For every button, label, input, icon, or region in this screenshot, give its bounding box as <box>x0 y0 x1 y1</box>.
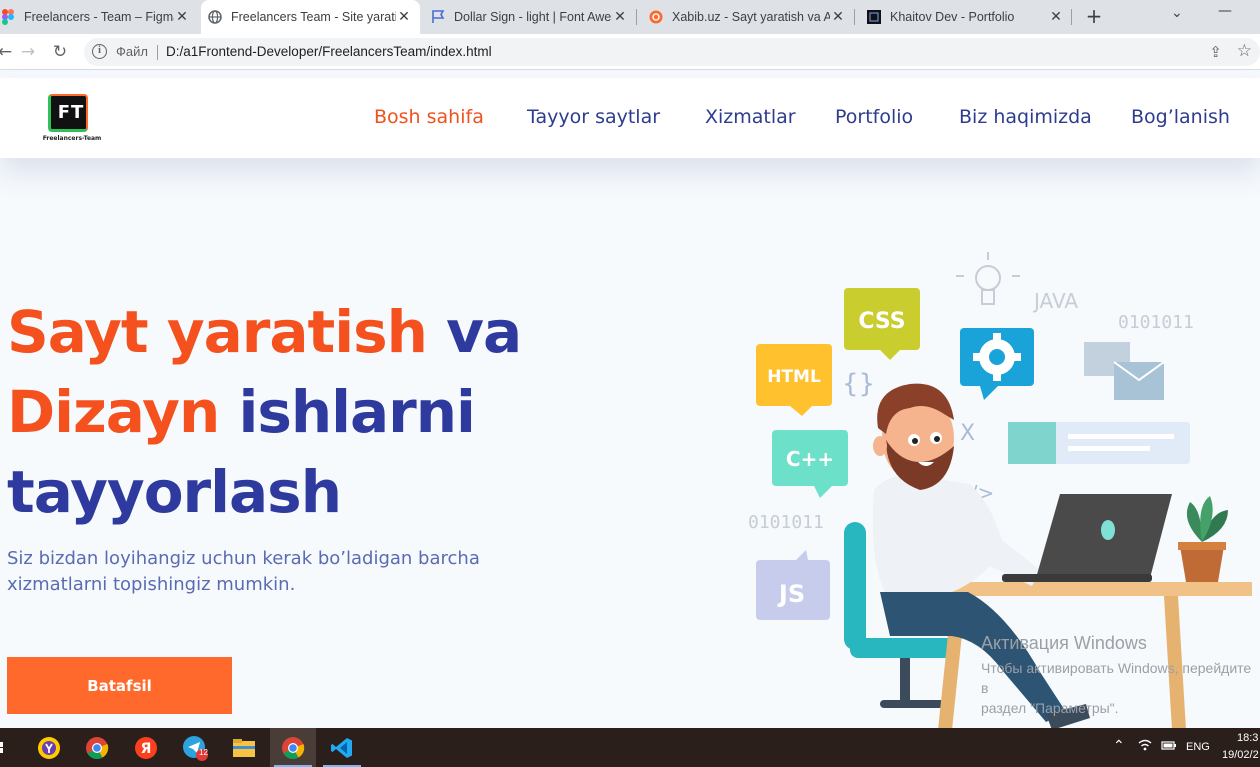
browser-toolbar: ← → ↻ i Файл D:/a1Frontend-Developer/Fre… <box>0 34 1260 70</box>
clock-time[interactable]: 18:3 <box>1237 732 1258 744</box>
nav-link-services[interactable]: Xizmatlar <box>705 106 796 128</box>
protocol-label: Файл <box>116 44 148 59</box>
browser-tab-active[interactable]: Freelancers Team - Site yaratish ✕ <box>201 0 420 34</box>
nav-link-ready-sites[interactable]: Tayyor saytlar <box>527 106 660 128</box>
svg-text:Я: Я <box>141 741 152 757</box>
new-tab-button[interactable]: + <box>1083 5 1105 27</box>
tab-separator <box>854 9 855 25</box>
info-icon[interactable]: i <box>92 44 107 59</box>
tab-title: Khaitov Dev - Portfolio <box>890 10 1015 24</box>
plant <box>1178 496 1228 582</box>
hero-title-part: ishlarni <box>238 378 475 446</box>
telegram-icon[interactable]: 12 <box>172 728 218 767</box>
close-icon[interactable]: ✕ <box>1048 9 1064 25</box>
tab-title: Freelancers Team - Site yaratish <box>231 10 396 24</box>
browser-tab[interactable]: Dollar Sign - light | Font Awesome ✕ <box>424 0 636 34</box>
logo-text: FT <box>57 102 85 123</box>
cpp-bubble: C++ <box>772 430 848 498</box>
bookmark-star-icon[interactable]: ☆ <box>1237 41 1252 61</box>
minimize-icon[interactable]: — <box>1218 3 1232 19</box>
site-logo[interactable]: FT Freelancers-Team <box>40 94 104 144</box>
js-bubble: JS <box>756 550 830 620</box>
windows-activation-watermark: Активация Windows Чтобы активировать Win… <box>981 633 1260 718</box>
share-icon[interactable]: ⇪ <box>1209 43 1222 61</box>
nav-link-home[interactable]: Bosh sahifa <box>374 106 484 128</box>
tab-separator <box>636 9 637 25</box>
browser-tab[interactable]: Khaitov Dev - Portfolio ✕ <box>860 0 1072 34</box>
kd-icon <box>866 9 882 25</box>
address-divider <box>157 45 158 60</box>
telegram-badge: 12 <box>199 748 208 757</box>
forward-icon[interactable]: → <box>17 41 39 63</box>
start-icon[interactable] <box>0 728 10 767</box>
css-bubble: CSS <box>844 288 920 360</box>
mail-icon <box>1084 342 1165 400</box>
watermark-line: раздел "Параметры". <box>981 700 1119 716</box>
hero-title: Sayt yaratish va Dizayn ishlarni tayyorl… <box>7 292 567 532</box>
globe-icon <box>207 9 223 25</box>
tab-separator <box>1071 9 1072 25</box>
html-bubble: HTML <box>756 344 832 416</box>
tab-title: Dollar Sign - light | Font Awesome <box>454 10 612 24</box>
reload-icon[interactable]: ↻ <box>49 41 71 63</box>
binary-label: 0101011 <box>748 512 824 533</box>
code-card <box>1008 422 1190 464</box>
html-label: HTML <box>767 367 821 387</box>
close-icon[interactable]: ✕ <box>830 9 846 25</box>
browser-tabstrip: Freelancers - Team – Figma ✕ Freelancers… <box>0 0 1260 34</box>
braces-label: {} <box>842 369 875 399</box>
language-indicator[interactable]: ENG <box>1186 741 1210 753</box>
java-label: JAVA <box>1032 289 1078 313</box>
details-button[interactable]: Batafsil <box>7 657 232 714</box>
site-header: FT Freelancers-Team Bosh sahifa Tayyor s… <box>0 78 1260 158</box>
watermark-line: Активация Windows <box>981 633 1147 653</box>
chevron-up-icon[interactable]: ⌃ <box>1113 737 1125 754</box>
xabib-icon <box>648 9 664 25</box>
browser-tab[interactable]: Freelancers - Team – Figma ✕ <box>0 0 198 34</box>
figma-icon <box>0 9 16 25</box>
close-icon[interactable]: ✕ <box>396 9 412 25</box>
browser-tab[interactable]: Xabib.uz - Sayt yaratish va Avto ✕ <box>642 0 854 34</box>
flag-icon <box>430 9 446 25</box>
x-label: X <box>960 421 975 446</box>
nav-link-about[interactable]: Biz haqimizda <box>959 106 1092 128</box>
clock-date[interactable]: 19/02/2 <box>1222 749 1259 761</box>
tab-title: Freelancers - Team – Figma <box>24 10 174 24</box>
back-icon[interactable]: ← <box>0 41 16 63</box>
vscode-icon[interactable] <box>319 728 365 767</box>
css-label: CSS <box>858 309 905 334</box>
chrome-icon[interactable] <box>270 728 316 767</box>
hero-title-part: va <box>446 298 522 366</box>
url-text[interactable]: D:/a1Frontend-Developer/FreelancersTeam/… <box>166 44 492 59</box>
close-icon[interactable]: ✕ <box>612 9 628 25</box>
tab-title: Xabib.uz - Sayt yaratish va Avto <box>672 10 830 24</box>
hero-title-part: tayyorlash <box>7 458 342 526</box>
nav-link-contact[interactable]: Bog’lanish <box>1131 106 1230 128</box>
file-explorer-icon[interactable] <box>221 728 267 767</box>
lightbulb-icon <box>956 252 1020 305</box>
windows-taskbar: Я 12 ⌃ ENG 18:3 19/02/2 <box>0 728 1260 767</box>
cpp-label: C++ <box>786 447 834 471</box>
nav-link-portfolio[interactable]: Portfolio <box>835 106 913 128</box>
yandex-icon[interactable]: Я <box>123 728 169 767</box>
battery-icon[interactable] <box>1161 739 1177 754</box>
logo-mark: FT <box>48 94 88 132</box>
binary-label: 0101011 <box>1118 312 1194 333</box>
gear-bubble <box>960 328 1034 400</box>
watermark-line: Чтобы активировать Windows, перейдите в <box>981 660 1252 696</box>
wifi-icon[interactable] <box>1138 738 1152 755</box>
hero-title-part: Dizayn <box>7 378 220 446</box>
js-label: JS <box>777 580 805 608</box>
hero-title-part: Sayt yaratish <box>7 298 428 366</box>
hero-subtitle: Siz bizdan loyihangiz uchun kerak bo’lad… <box>7 548 480 595</box>
tab-search-icon[interactable]: ⌄ <box>1171 5 1183 21</box>
yandex-browser-icon[interactable] <box>26 728 72 767</box>
chrome-icon[interactable] <box>74 728 120 767</box>
close-icon[interactable]: ✕ <box>174 9 190 25</box>
address-bar[interactable]: i Файл D:/a1Frontend-Developer/Freelance… <box>84 38 1260 66</box>
logo-caption: Freelancers-Team <box>42 135 102 142</box>
